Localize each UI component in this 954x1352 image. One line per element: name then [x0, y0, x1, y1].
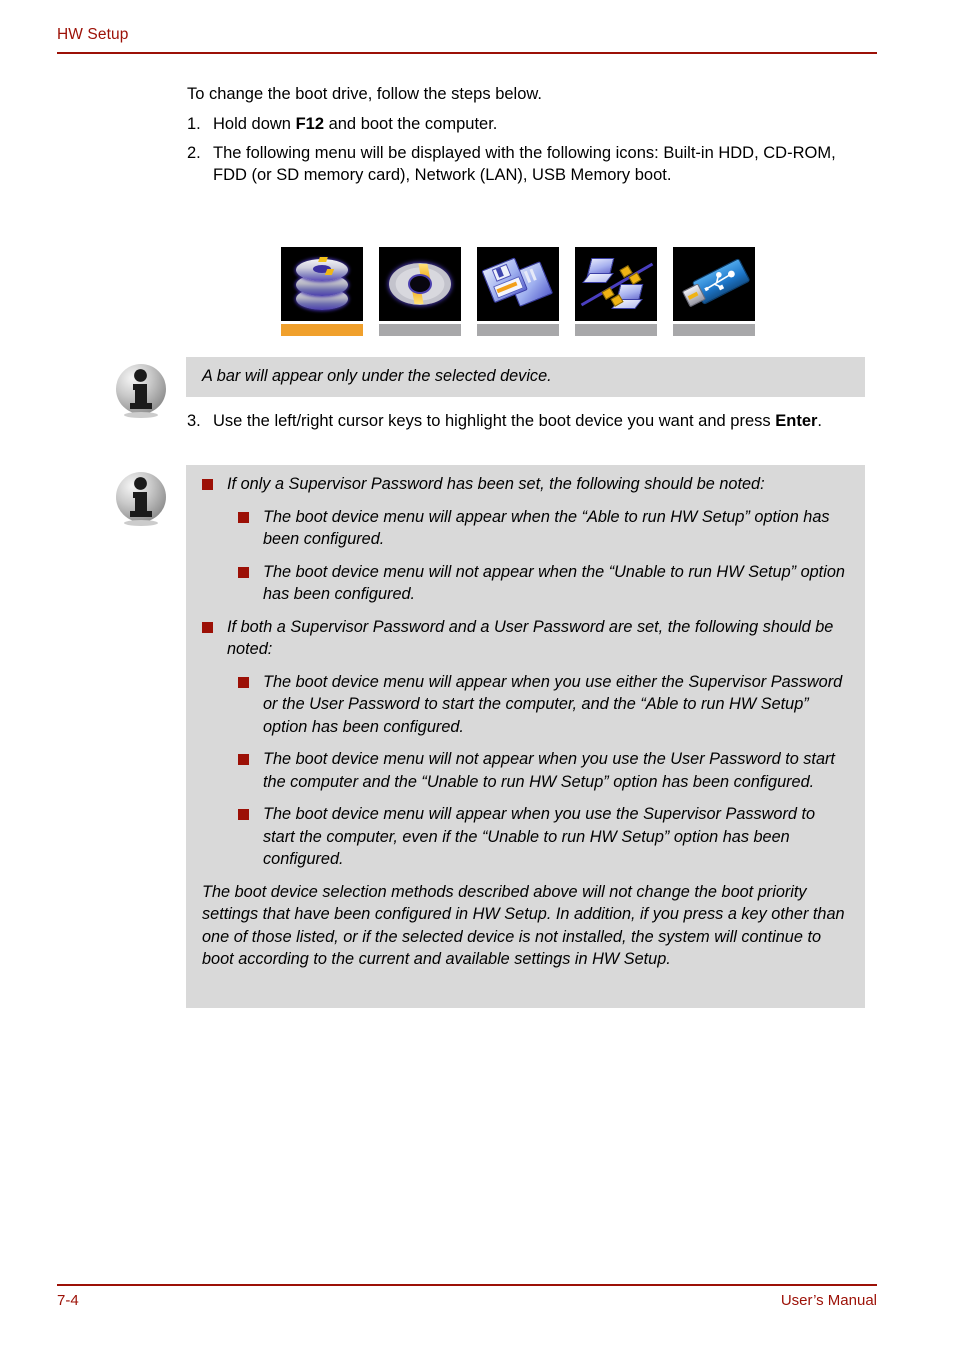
note-bullet-l1: If only a Supervisor Password has been s…: [202, 473, 851, 496]
note-bullet-text: If both a Supervisor Password and a User…: [227, 617, 834, 659]
step3-text-after: .: [817, 412, 823, 430]
note-bullet-text: The boot device menu will appear when yo…: [263, 805, 816, 868]
bullet-square-icon: [202, 621, 213, 633]
page-footer: 7-4 User’s Manual: [0, 1260, 954, 1352]
bullet-square-icon: [238, 809, 249, 820]
boot-device-network[interactable]: [575, 247, 657, 336]
step-item-2: 2. The following menu will be displayed …: [187, 142, 859, 186]
usb-icon: [673, 247, 755, 321]
boot-device-hdd[interactable]: [281, 247, 363, 336]
step-text: Use the left/right cursor keys to highli…: [213, 410, 867, 432]
note-bullet-l2: The boot device menu will appear when th…: [238, 506, 851, 551]
note-bullet-text: The boot device menu will appear when yo…: [263, 672, 843, 736]
selection-bar-hdd: [281, 324, 363, 336]
numbered-steps-list: 1. Hold down F12 and boot the computer. …: [187, 113, 859, 193]
intro-paragraph: To change the boot drive, follow the ste…: [187, 85, 542, 103]
step3-text-before: Use the left/right cursor keys to highli…: [213, 412, 776, 430]
cdrom-icon: [379, 247, 461, 321]
bullet-square-icon: [238, 566, 249, 578]
page-header: HW Setup: [0, 0, 954, 62]
note-bullet-l2: The boot device menu will not appear whe…: [238, 561, 851, 606]
note-bullet-l2: The boot device menu will appear when yo…: [238, 671, 851, 739]
step-text: The following menu will be displayed wit…: [213, 144, 836, 184]
manual-label: User’s Manual: [780, 1292, 877, 1309]
step3-key-enter: Enter: [775, 412, 818, 430]
footer-divider: [57, 1284, 877, 1286]
note-bullet-l2: The boot device menu will not appear whe…: [238, 748, 851, 793]
note-closing-paragraph: The boot device selection methods descri…: [202, 882, 845, 969]
note-bullet-text: The boot device menu will appear when th…: [263, 507, 830, 549]
note-bullet-l2: The boot device menu will appear when yo…: [238, 803, 851, 871]
step-number: 1.: [187, 115, 201, 133]
page-title: HW Setup: [57, 26, 129, 43]
step-item-3: 3. Use the left/right cursor keys to hig…: [187, 410, 867, 432]
selection-bar-usb: [673, 324, 755, 336]
step-number: 3.: [187, 412, 201, 430]
note-text: A bar will appear only under the selecte…: [202, 367, 552, 385]
boot-device-fdd[interactable]: [477, 247, 559, 336]
note-bullet-l1: If both a Supervisor Password and a User…: [202, 616, 851, 661]
note-bullet-text: The boot device menu will not appear whe…: [263, 562, 845, 604]
fdd-icon: [477, 247, 559, 321]
step-item-1: 1. Hold down F12 and boot the computer.: [187, 113, 859, 135]
page-number: 7-4: [57, 1292, 79, 1309]
network-icon: [575, 247, 657, 321]
note-bullet-text: If only a Supervisor Password has been s…: [227, 475, 765, 493]
boot-device-usb[interactable]: [673, 247, 755, 336]
hdd-icon: [281, 247, 363, 321]
bullet-square-icon: [238, 676, 249, 688]
bullet-square-icon: [202, 479, 213, 490]
step1-text-after: and boot the computer.: [324, 115, 498, 133]
note-content: A bar will appear only under the selecte…: [186, 357, 865, 398]
step-text: Hold down F12 and boot the computer.: [213, 113, 859, 135]
info-icon: [116, 364, 166, 418]
info-icon: [116, 472, 166, 526]
step1-key-f12: F12: [295, 115, 324, 133]
selection-bar-cdrom: [379, 324, 461, 336]
header-divider: [57, 52, 877, 54]
note-bullet-text: The boot device menu will not appear whe…: [263, 750, 835, 791]
selection-bar-fdd: [477, 324, 559, 336]
bullet-square-icon: [238, 511, 249, 523]
boot-device-cdrom[interactable]: [379, 247, 461, 336]
boot-device-menu[interactable]: [281, 247, 755, 336]
step-number: 2.: [187, 144, 201, 162]
bullet-square-icon: [238, 754, 249, 765]
step1-text-before: Hold down: [213, 115, 296, 133]
selection-bar-network: [575, 324, 657, 336]
note-content: If only a Supervisor Password has been s…: [186, 465, 865, 981]
